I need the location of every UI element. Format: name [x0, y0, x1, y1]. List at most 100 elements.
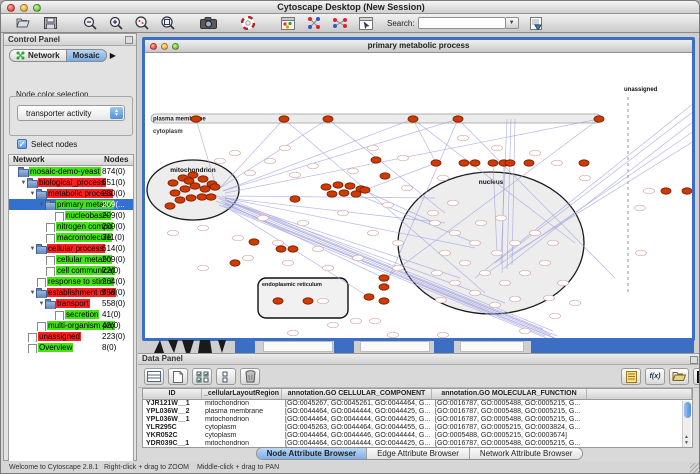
graph-node-selected[interactable] [379, 284, 389, 290]
graph-node-unselected[interactable] [198, 225, 209, 231]
network-canvas[interactable]: plasma membranecytoplasmmitochondrionnuc… [145, 53, 692, 338]
table-row[interactable]: YJR121W__1mitochondrion[GO:0045267, GO:0… [143, 400, 692, 408]
graph-node-unselected[interactable] [198, 265, 209, 271]
graph-node-unselected[interactable] [550, 313, 561, 319]
expand-arrow-icon[interactable]: ▼ [29, 290, 36, 296]
graph-node-unselected[interactable] [383, 202, 394, 208]
graph-node-unselected[interactable] [368, 230, 379, 236]
graph-node-selected[interactable] [379, 275, 389, 281]
layout-network-icon[interactable] [303, 15, 325, 31]
graph-node-selected[interactable] [408, 116, 418, 122]
graph-node-unselected[interactable] [492, 145, 503, 151]
graph-node-unselected[interactable] [492, 250, 503, 256]
graph-node-unselected[interactable] [436, 297, 447, 303]
zoom-in-icon[interactable] [105, 15, 127, 31]
graph-node-selected[interactable] [165, 203, 175, 209]
graph-node-selected[interactable] [371, 157, 381, 163]
tab-node-attribute-browser[interactable]: Node Attribute Browser [257, 448, 368, 459]
graph-node-unselected[interactable] [510, 240, 521, 246]
graph-node-unselected[interactable] [245, 170, 256, 176]
graph-node-selected[interactable] [288, 246, 298, 252]
tree-item-nitrogen-compo[interactable]: nitrogen compo209(0) [9, 221, 133, 232]
graph-node-unselected[interactable] [520, 270, 531, 276]
graph-node-selected[interactable] [360, 187, 370, 193]
graph-node-selected[interactable] [453, 116, 463, 122]
graph-node-unselected[interactable] [530, 150, 541, 156]
graph-node-unselected[interactable] [636, 250, 647, 256]
graph-node-selected[interactable] [345, 183, 355, 189]
column-header-4[interactable]: annotation.GO MOLECULAR_FUNCTION [432, 389, 587, 399]
graph-node-selected[interactable] [661, 188, 671, 194]
graph-node-unselected[interactable] [580, 175, 591, 181]
float-panel-icon[interactable] [125, 36, 133, 44]
table-row[interactable]: YPL036W__1mitochondrion[GO:0044464, GO:0… [143, 416, 692, 424]
graph-node-unselected[interactable] [258, 215, 269, 221]
graph-node-selected[interactable] [249, 239, 259, 245]
graph-node-unselected[interactable] [548, 240, 559, 246]
graph-node-selected[interactable] [351, 191, 361, 197]
graph-node-unselected[interactable] [490, 302, 501, 308]
resize-grip[interactable] [690, 463, 700, 473]
layout-network-alt-icon[interactable] [329, 15, 351, 31]
graph-node-unselected[interactable] [635, 205, 646, 211]
graph-node-selected[interactable] [333, 182, 343, 188]
graph-node-unselected[interactable] [353, 255, 364, 261]
tab-edge-attribute-browser[interactable]: Edge Attribute Browser [367, 448, 470, 459]
node-color-dropdown[interactable]: transporter activity ▲▼ [17, 105, 125, 121]
attribute-list-icon[interactable] [621, 368, 641, 385]
open-folder-icon[interactable] [13, 15, 35, 31]
expand-arrow-icon[interactable]: ▼ [29, 246, 36, 252]
graph-node-unselected[interactable] [265, 158, 276, 164]
graph-node-unselected[interactable] [393, 265, 404, 271]
select-attributes-icon[interactable] [192, 368, 212, 385]
expand-arrow-icon[interactable]: ▼ [38, 301, 45, 307]
graph-node-unselected[interactable] [370, 318, 381, 324]
graph-node-unselected[interactable] [428, 210, 439, 216]
import-attributes-icon[interactable] [669, 368, 689, 385]
graph-node-unselected[interactable] [283, 260, 294, 266]
tree-item-transport[interactable]: ▼transport558(0) [9, 298, 133, 309]
search-dropdown-icon[interactable]: ▼ [506, 17, 519, 29]
graph-node-unselected[interactable] [288, 330, 299, 336]
graph-node-unselected[interactable] [323, 265, 334, 271]
table-row[interactable]: YLR295Ccytoplasm[GO:0045263, GO:0044464,… [143, 424, 692, 432]
graph-node-unselected[interactable] [308, 163, 319, 169]
region-plasma-membrane[interactable] [151, 114, 601, 123]
vizmapper-icon[interactable] [277, 15, 299, 31]
column-header-3[interactable]: annotation.GO CELLULAR_COMPONENT [282, 389, 432, 399]
graph-node-selected[interactable] [380, 173, 390, 179]
graph-node-selected[interactable] [200, 186, 210, 192]
expand-arrow-icon[interactable]: ▼ [20, 180, 27, 186]
graph-node-unselected[interactable] [558, 280, 569, 286]
graph-node-unselected[interactable] [328, 322, 339, 328]
graph-node-selected[interactable] [579, 160, 589, 166]
new-attribute-icon[interactable] [168, 368, 188, 385]
table-icon[interactable] [144, 368, 164, 385]
graph-node-unselected[interactable] [540, 260, 551, 266]
graph-node-selected[interactable] [470, 160, 480, 166]
graph-node-unselected[interactable] [440, 250, 451, 256]
tree-item-cellular-metabo[interactable]: cellular metabo209(0) [9, 254, 133, 265]
graph-node-unselected[interactable] [215, 158, 226, 164]
table-row[interactable]: YKR052Ccytoplasm[GO:0044464, GO:0044446,… [143, 432, 692, 440]
function-builder-icon[interactable]: f(x) [645, 368, 665, 385]
graph-node-selected[interactable] [339, 190, 349, 196]
table-row[interactable]: YPL036W__2plasma membrane[GO:0044464, GO… [143, 408, 692, 416]
graph-node-selected[interactable] [180, 186, 190, 192]
graph-node-unselected[interactable] [318, 298, 329, 304]
graph-node-unselected[interactable] [230, 150, 241, 156]
graph-node-unselected[interactable] [273, 240, 284, 246]
graph-node-selected[interactable] [170, 190, 180, 196]
graph-node-selected[interactable] [188, 172, 198, 178]
tree-item-response-to-stimul[interactable]: response to stimul264(0) [9, 276, 133, 287]
tree-item-biological-process[interactable]: ▼biological_process651(0) [9, 177, 133, 188]
graph-node-unselected[interactable] [393, 240, 404, 246]
matrix-icon[interactable] [693, 368, 700, 385]
tree-item-metabolic-process[interactable]: ▼metabolic process280(0) [9, 188, 133, 199]
tab-network[interactable]: Network [9, 49, 67, 62]
zoom-fit-icon[interactable] [157, 15, 179, 31]
graph-node-unselected[interactable] [438, 175, 449, 181]
attribute-browser-icon[interactable] [355, 15, 377, 31]
graph-node-selected[interactable] [206, 194, 216, 200]
graph-node-unselected[interactable] [458, 135, 469, 141]
